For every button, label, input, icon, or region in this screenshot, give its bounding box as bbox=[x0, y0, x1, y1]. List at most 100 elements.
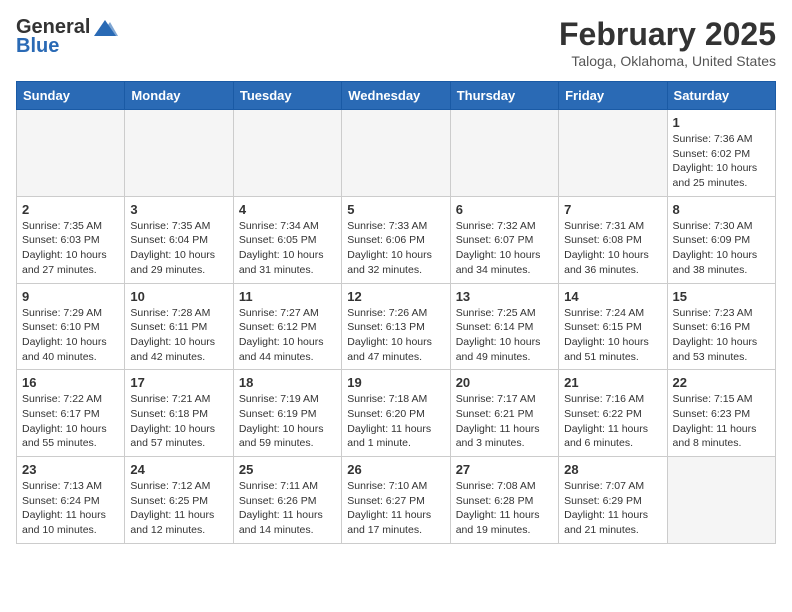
calendar-header-row: SundayMondayTuesdayWednesdayThursdayFrid… bbox=[17, 82, 776, 110]
column-header-tuesday: Tuesday bbox=[233, 82, 341, 110]
day-info: Sunrise: 7:17 AMSunset: 6:21 PMDaylight:… bbox=[456, 392, 553, 451]
day-info: Sunrise: 7:21 AMSunset: 6:18 PMDaylight:… bbox=[130, 392, 227, 451]
day-number: 26 bbox=[347, 462, 444, 477]
day-number: 14 bbox=[564, 289, 661, 304]
page-subtitle: Taloga, Oklahoma, United States bbox=[559, 53, 776, 69]
calendar-cell: 28Sunrise: 7:07 AMSunset: 6:29 PMDayligh… bbox=[559, 457, 667, 544]
day-number: 7 bbox=[564, 202, 661, 217]
calendar-week-2: 2 Sunrise: 7:35 AMSunset: 6:03 PMDaylight… bbox=[17, 196, 776, 283]
day-info: Sunrise: 7:32 AMSunset: 6:07 PMDaylight:… bbox=[456, 219, 553, 278]
day-number: 15 bbox=[673, 289, 770, 304]
day-info: Sunrise: 7:16 AMSunset: 6:22 PMDaylight:… bbox=[564, 392, 661, 451]
day-info: Sunrise: 7:12 AMSunset: 6:25 PMDaylight:… bbox=[130, 479, 227, 538]
day-number: 24 bbox=[130, 462, 227, 477]
calendar-cell bbox=[17, 110, 125, 197]
day-info: Sunrise: 7:26 AMSunset: 6:13 PMDaylight:… bbox=[347, 306, 444, 365]
day-info: Sunrise: 7:35 AMSunset: 6:04 PMDaylight:… bbox=[130, 219, 227, 278]
day-number: 3 bbox=[130, 202, 227, 217]
column-header-saturday: Saturday bbox=[667, 82, 775, 110]
calendar-cell: 14 Sunrise: 7:24 AMSunset: 6:15 PMDayligh… bbox=[559, 283, 667, 370]
calendar-cell: 21 Sunrise: 7:16 AMSunset: 6:22 PMDayligh… bbox=[559, 370, 667, 457]
day-number: 9 bbox=[22, 289, 119, 304]
calendar-cell: 16 Sunrise: 7:22 AMSunset: 6:17 PMDayligh… bbox=[17, 370, 125, 457]
day-number: 13 bbox=[456, 289, 553, 304]
calendar-cell: 22Sunrise: 7:15 AMSunset: 6:23 PMDayligh… bbox=[667, 370, 775, 457]
calendar-cell: 1 Sunrise: 7:36 AMSunset: 6:02 PMDaylight… bbox=[667, 110, 775, 197]
calendar-cell: 26Sunrise: 7:10 AMSunset: 6:27 PMDayligh… bbox=[342, 457, 450, 544]
day-info: Sunrise: 7:24 AMSunset: 6:15 PMDaylight:… bbox=[564, 306, 661, 365]
calendar-cell: 8Sunrise: 7:30 AMSunset: 6:09 PMDaylight… bbox=[667, 196, 775, 283]
day-number: 16 bbox=[22, 375, 119, 390]
day-info: Sunrise: 7:36 AMSunset: 6:02 PMDaylight:… bbox=[673, 132, 770, 191]
calendar-cell: 23 Sunrise: 7:13 AMSunset: 6:24 PMDayligh… bbox=[17, 457, 125, 544]
calendar-cell: 19 Sunrise: 7:18 AMSunset: 6:20 PMDayligh… bbox=[342, 370, 450, 457]
column-header-thursday: Thursday bbox=[450, 82, 558, 110]
day-info: Sunrise: 7:23 AMSunset: 6:16 PMDaylight:… bbox=[673, 306, 770, 365]
day-number: 19 bbox=[347, 375, 444, 390]
logo-blue-text: Blue bbox=[16, 35, 59, 58]
calendar-cell: 6 Sunrise: 7:32 AMSunset: 6:07 PMDaylight… bbox=[450, 196, 558, 283]
calendar-cell: 11Sunrise: 7:27 AMSunset: 6:12 PMDayligh… bbox=[233, 283, 341, 370]
calendar-cell: 15 Sunrise: 7:23 AMSunset: 6:16 PMDayligh… bbox=[667, 283, 775, 370]
day-info: Sunrise: 7:22 AMSunset: 6:17 PMDaylight:… bbox=[22, 392, 119, 451]
day-info: Sunrise: 7:34 AMSunset: 6:05 PMDaylight:… bbox=[239, 219, 336, 278]
day-info: Sunrise: 7:33 AMSunset: 6:06 PMDaylight:… bbox=[347, 219, 444, 278]
calendar-cell: 9 Sunrise: 7:29 AMSunset: 6:10 PMDaylight… bbox=[17, 283, 125, 370]
calendar-cell: 7Sunrise: 7:31 AMSunset: 6:08 PMDaylight… bbox=[559, 196, 667, 283]
calendar-cell: 2 Sunrise: 7:35 AMSunset: 6:03 PMDaylight… bbox=[17, 196, 125, 283]
calendar-cell bbox=[559, 110, 667, 197]
calendar-cell bbox=[667, 457, 775, 544]
day-number: 12 bbox=[347, 289, 444, 304]
day-number: 23 bbox=[22, 462, 119, 477]
day-number: 17 bbox=[130, 375, 227, 390]
calendar-cell: 17 Sunrise: 7:21 AMSunset: 6:18 PMDayligh… bbox=[125, 370, 233, 457]
calendar-week-5: 23 Sunrise: 7:13 AMSunset: 6:24 PMDayligh… bbox=[17, 457, 776, 544]
day-info: Sunrise: 7:25 AMSunset: 6:14 PMDaylight:… bbox=[456, 306, 553, 365]
calendar-cell: 4 Sunrise: 7:34 AMSunset: 6:05 PMDaylight… bbox=[233, 196, 341, 283]
logo-icon bbox=[92, 18, 118, 38]
day-number: 18 bbox=[239, 375, 336, 390]
day-number: 2 bbox=[22, 202, 119, 217]
day-info: Sunrise: 7:27 AMSunset: 6:12 PMDaylight:… bbox=[239, 306, 336, 365]
calendar-cell: 12 Sunrise: 7:26 AMSunset: 6:13 PMDayligh… bbox=[342, 283, 450, 370]
column-header-sunday: Sunday bbox=[17, 82, 125, 110]
day-number: 21 bbox=[564, 375, 661, 390]
calendar-cell: 3 Sunrise: 7:35 AMSunset: 6:04 PMDaylight… bbox=[125, 196, 233, 283]
logo: General Blue bbox=[16, 16, 118, 58]
column-header-wednesday: Wednesday bbox=[342, 82, 450, 110]
column-header-friday: Friday bbox=[559, 82, 667, 110]
day-number: 6 bbox=[456, 202, 553, 217]
day-number: 4 bbox=[239, 202, 336, 217]
day-info: Sunrise: 7:18 AMSunset: 6:20 PMDaylight:… bbox=[347, 392, 444, 451]
day-number: 10 bbox=[130, 289, 227, 304]
calendar-cell bbox=[342, 110, 450, 197]
day-info: Sunrise: 7:29 AMSunset: 6:10 PMDaylight:… bbox=[22, 306, 119, 365]
day-number: 1 bbox=[673, 115, 770, 130]
calendar-week-1: 1 Sunrise: 7:36 AMSunset: 6:02 PMDaylight… bbox=[17, 110, 776, 197]
column-header-monday: Monday bbox=[125, 82, 233, 110]
calendar-cell: 24 Sunrise: 7:12 AMSunset: 6:25 PMDayligh… bbox=[125, 457, 233, 544]
calendar-cell: 10 Sunrise: 7:28 AMSunset: 6:11 PMDayligh… bbox=[125, 283, 233, 370]
day-number: 28 bbox=[564, 462, 661, 477]
calendar-cell: 25Sunrise: 7:11 AMSunset: 6:26 PMDayligh… bbox=[233, 457, 341, 544]
calendar-week-4: 16 Sunrise: 7:22 AMSunset: 6:17 PMDayligh… bbox=[17, 370, 776, 457]
day-number: 5 bbox=[347, 202, 444, 217]
day-info: Sunrise: 7:11 AMSunset: 6:26 PMDaylight:… bbox=[239, 479, 336, 538]
page-title: February 2025 bbox=[559, 16, 776, 53]
calendar-cell bbox=[233, 110, 341, 197]
calendar-cell: 18 Sunrise: 7:19 AMSunset: 6:19 PMDayligh… bbox=[233, 370, 341, 457]
day-info: Sunrise: 7:13 AMSunset: 6:24 PMDaylight:… bbox=[22, 479, 119, 538]
day-info: Sunrise: 7:35 AMSunset: 6:03 PMDaylight:… bbox=[22, 219, 119, 278]
title-block: February 2025 Taloga, Oklahoma, United S… bbox=[559, 16, 776, 69]
day-number: 27 bbox=[456, 462, 553, 477]
day-info: Sunrise: 7:19 AMSunset: 6:19 PMDaylight:… bbox=[239, 392, 336, 451]
calendar-cell: 20 Sunrise: 7:17 AMSunset: 6:21 PMDayligh… bbox=[450, 370, 558, 457]
day-number: 20 bbox=[456, 375, 553, 390]
calendar-cell: 13 Sunrise: 7:25 AMSunset: 6:14 PMDayligh… bbox=[450, 283, 558, 370]
day-number: 22 bbox=[673, 375, 770, 390]
page-header: General Blue February 2025 Taloga, Oklah… bbox=[16, 16, 776, 69]
calendar-table: SundayMondayTuesdayWednesdayThursdayFrid… bbox=[16, 81, 776, 544]
calendar-cell: 27Sunrise: 7:08 AMSunset: 6:28 PMDayligh… bbox=[450, 457, 558, 544]
day-info: Sunrise: 7:30 AMSunset: 6:09 PMDaylight:… bbox=[673, 219, 770, 278]
day-info: Sunrise: 7:28 AMSunset: 6:11 PMDaylight:… bbox=[130, 306, 227, 365]
